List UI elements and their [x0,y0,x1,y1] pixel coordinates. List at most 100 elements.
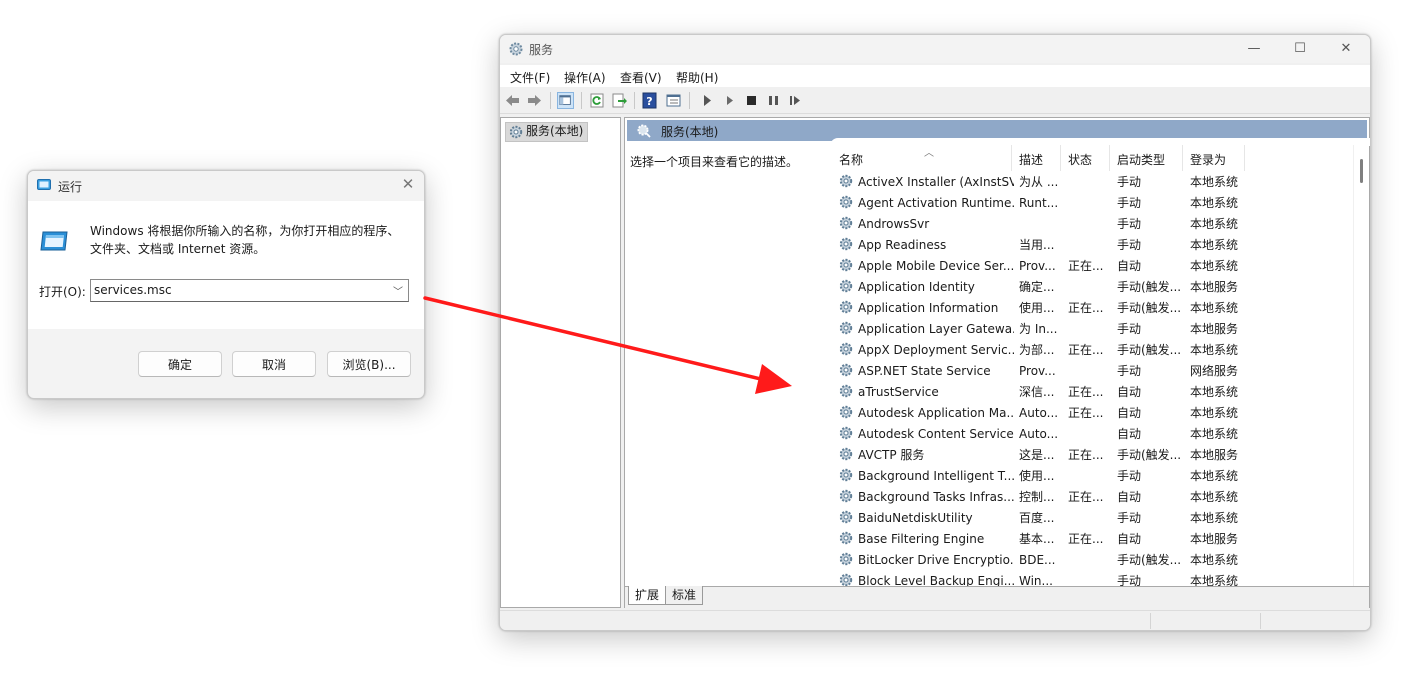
pause-service-icon[interactable] [765,92,782,109]
cell-startup-type: 手动(触发... [1117,448,1182,462]
table-row[interactable]: Base Filtering Engine 基本... 正在... 自动 本地服务 [832,528,1352,549]
menu-file[interactable]: 文件(F) [510,69,550,86]
column-header-log-on-as[interactable]: 登录为 [1183,145,1245,171]
open-combobox[interactable]: ﹀ [90,279,409,302]
table-row[interactable]: Autodesk Content Service Auto... 自动 本地系统 [832,423,1352,444]
cell-startup-type: 手动 [1117,574,1142,586]
cell-description: 这是... [1019,448,1055,462]
table-row[interactable]: Block Level Backup Engi... Win... 手动 本地系统 [832,570,1352,586]
table-row[interactable]: ActiveX Installer (AxInstSV) 为从 ... 手动 本地系统 [832,171,1352,192]
cell-description: 为 In... [1019,322,1058,336]
table-row[interactable]: AndrowsSvr 手动 本地系统 [832,213,1352,234]
close-icon[interactable]: ✕ [1323,35,1369,63]
vertical-scrollbar[interactable] [1353,145,1369,586]
tree-item-services-local[interactable]: 服务(本地) [505,122,589,142]
table-row[interactable]: BaiduNetdiskUtility 百度... 手动 本地系统 [832,507,1352,528]
tab-standard[interactable]: 标准 [665,586,704,605]
cell-status [1068,572,1110,586]
table-row[interactable]: Background Tasks Infras... 控制... 正在... 自动 本地… [832,486,1352,507]
table-row[interactable]: Autodesk Application Ma... Auto... 正在... 自动… [832,402,1352,423]
gear-icon [838,404,854,420]
cell-log-on-as: 本地系统 [1190,301,1239,315]
cell-log-on-as: 本地系统 [1190,385,1239,399]
table-row[interactable]: aTrustService 深信... 正在... 自动 本地系统 [832,381,1352,402]
cell-name: Application Information [858,301,999,315]
view-tabs: 扩展 标准 [625,586,1369,608]
cell-startup-type: 自动 [1117,406,1142,420]
table-row[interactable]: Application Information 使用... 正在... 手动(触发..… [832,297,1352,318]
cell-log-on-as: 本地系统 [1190,343,1239,357]
run-icon [40,231,68,251]
cell-description: 控制... [1019,490,1055,504]
gear-icon [838,236,854,252]
menu-action[interactable]: 操作(A) [564,69,606,86]
cell-name: BitLocker Drive Encryptio... [858,553,1014,567]
cell-startup-type: 自动 [1117,385,1142,399]
run-dialog: 运行 ✕ Windows 将根据你所输入的名称，为你打开相应的程序、文件夹、文档… [27,170,425,399]
cell-status [1068,215,1110,233]
gear-icon [838,341,854,357]
ok-button[interactable]: 确定 [138,351,222,377]
cell-log-on-as: 本地系统 [1190,175,1239,189]
cell-name: AVCTP 服务 [858,448,925,462]
cell-description: Runt... [1019,196,1059,210]
gear-icon [838,173,854,189]
start-service-icon[interactable] [699,92,716,109]
cell-log-on-as: 本地系统 [1190,196,1239,210]
gear-icon [838,530,854,546]
menu-help[interactable]: 帮助(H) [676,69,718,86]
gear-icon [838,551,854,567]
gear-icon [838,299,854,315]
restart-service-icon[interactable] [787,92,804,109]
start-service-2-icon[interactable] [721,92,738,109]
tab-extended[interactable]: 扩展 [628,586,667,605]
help-icon[interactable]: ? [641,92,658,109]
table-row[interactable]: AVCTP 服务 这是... 正在... 手动(触发... 本地服务 [832,444,1352,465]
export-icon[interactable] [611,92,628,109]
search-gear-icon [637,124,651,138]
gear-icon [838,488,854,504]
menu-view[interactable]: 查看(V) [620,69,662,86]
menu-bar: 文件(F) 操作(A) 查看(V) 帮助(H) [500,65,1370,87]
back-icon[interactable] [504,92,521,109]
cell-log-on-as: 本地系统 [1190,238,1239,252]
minimize-icon[interactable]: — [1231,35,1277,63]
stop-service-icon[interactable] [743,92,760,109]
table-row[interactable]: Background Intelligent T... 使用... 手动 本地系统 [832,465,1352,486]
cell-status [1068,236,1110,254]
cell-description: 为从 ... [1019,175,1059,189]
cell-description: 百度... [1019,511,1055,525]
table-row[interactable]: ASP.NET State Service Prov... 手动 网络服务 [832,360,1352,381]
column-header-name[interactable]: 名称 ︿ [832,145,1012,171]
cell-startup-type: 自动 [1117,427,1142,441]
table-row[interactable]: Application Identity 确定... 手动(触发... 本地服务 [832,276,1352,297]
show-hide-tree-icon[interactable] [557,92,574,109]
column-header-description[interactable]: 描述 [1012,145,1061,171]
column-header-status[interactable]: 状态 [1061,145,1110,171]
maximize-icon[interactable]: ☐ [1277,35,1323,63]
open-input[interactable] [94,282,384,298]
scrollbar-thumb[interactable] [1360,159,1363,183]
cancel-button[interactable]: 取消 [232,351,316,377]
table-row[interactable]: Application Layer Gatewa... 为 In... 手动 本地服务 [832,318,1352,339]
refresh-icon[interactable] [589,92,606,109]
table-row[interactable]: Apple Mobile Device Ser... Prov... 正在... 自动… [832,255,1352,276]
properties-icon[interactable] [665,92,682,109]
forward-icon[interactable] [526,92,543,109]
cell-startup-type: 自动 [1117,259,1142,273]
close-icon[interactable]: ✕ [400,176,416,192]
column-header-label: 名称 [839,153,864,167]
column-header-startup-type[interactable]: 启动类型 [1110,145,1183,171]
gear-icon [838,446,854,462]
table-row[interactable]: BitLocker Drive Encryptio... BDE... 手动(触发.… [832,549,1352,570]
cell-name: Background Intelligent T... [858,469,1014,483]
cell-log-on-as: 本地系统 [1190,574,1239,586]
chevron-down-icon[interactable]: ﹀ [393,283,403,298]
cell-status [1068,551,1110,569]
browse-button[interactable]: 浏览(B)... [327,351,411,377]
toolbar-separator [689,92,690,109]
table-row[interactable]: AppX Deployment Servic... 为部... 正在... 手动(触发… [832,339,1352,360]
table-row[interactable]: App Readiness 当用... 手动 本地系统 [832,234,1352,255]
table-row[interactable]: Agent Activation Runtime... Runt... 手动 本地系统 [832,192,1352,213]
toolbar-separator [634,92,635,109]
